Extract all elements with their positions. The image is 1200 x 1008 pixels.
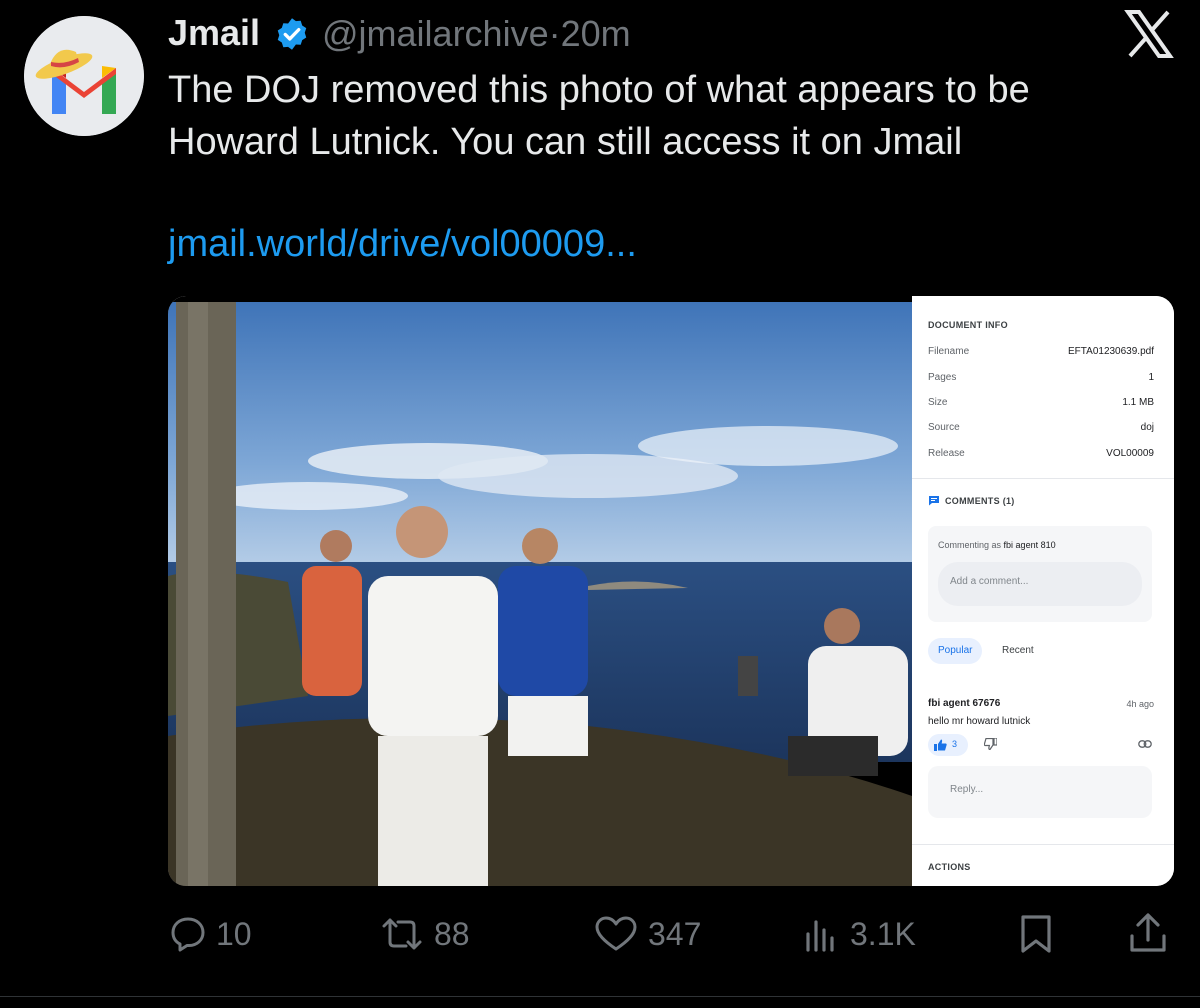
commenting-as-prefix: Commenting as: [938, 540, 1002, 550]
divider: [0, 996, 1200, 997]
divider: [912, 844, 1174, 845]
document-side-panel: DOCUMENT INFO Filename EFTA01230639.pdf …: [912, 296, 1174, 886]
reply-count: 10: [216, 915, 252, 952]
thumbs-up-icon: [934, 739, 947, 751]
tweet-link[interactable]: jmail.world/drive/vol00009...: [168, 223, 637, 266]
attached-photo[interactable]: [168, 296, 912, 886]
doc-info-label: Size: [928, 397, 948, 408]
author-handle[interactable]: @jmailarchive: [322, 13, 549, 54]
avatar[interactable]: [24, 16, 144, 136]
like-count: 347: [648, 915, 702, 952]
reply-icon: [171, 917, 205, 952]
comment-like-button[interactable]: 3: [928, 734, 968, 756]
comments-heading: COMMENTS (1): [945, 496, 1015, 506]
bookmark-icon[interactable]: [1018, 914, 1054, 954]
doc-info-label: Pages: [928, 372, 957, 383]
handle-and-time: @jmailarchive·20m: [322, 13, 631, 55]
actions-heading: ACTIONS: [928, 862, 971, 872]
doc-info-value: 1.1 MB: [1122, 397, 1154, 408]
repost-button[interactable]: 88: [380, 912, 470, 956]
analytics-icon: [806, 920, 834, 952]
doc-info-value: VOL00009: [1106, 448, 1154, 459]
comment-text: hello mr howard lutnick: [928, 716, 1031, 727]
separator-dot: ·: [548, 13, 561, 54]
comment-author[interactable]: fbi agent 67676: [928, 698, 1000, 709]
link-icon[interactable]: [1138, 740, 1152, 748]
tab-popular[interactable]: Popular: [928, 638, 983, 664]
post-time[interactable]: 20m: [561, 13, 631, 54]
like-button[interactable]: 347: [594, 912, 701, 956]
document-info-heading: DOCUMENT INFO: [928, 320, 1008, 330]
verified-badge-icon: [277, 18, 307, 50]
gmail-logo-icon: [24, 16, 144, 136]
add-comment-input[interactable]: Add a comment...: [938, 562, 1142, 606]
reply-input[interactable]: Reply...: [928, 766, 1152, 818]
repost-icon: [382, 918, 422, 950]
tab-recent[interactable]: Recent: [1002, 638, 1034, 664]
comment-icon: [929, 496, 939, 506]
doc-info-label: Filename: [928, 346, 970, 357]
thumbs-down-icon[interactable]: [984, 738, 997, 750]
doc-info-value: doj: [1140, 422, 1154, 433]
heart-icon: [595, 916, 637, 951]
comment-time: 4h ago: [1126, 699, 1154, 709]
doc-info-label: Source: [928, 422, 960, 433]
reply-button[interactable]: 10: [170, 912, 252, 956]
commenting-as-user: fbi agent 810: [1003, 540, 1056, 550]
commenting-as: Commenting as fbi agent 810: [938, 540, 1056, 550]
repost-count: 88: [434, 915, 470, 952]
comment-composer: Commenting as fbi agent 810 Add a commen…: [928, 526, 1152, 622]
media-card[interactable]: DOCUMENT INFO Filename EFTA01230639.pdf …: [168, 296, 1174, 886]
doc-info-label: Release: [928, 448, 965, 459]
divider: [912, 478, 1174, 479]
doc-info-value: 1: [1148, 372, 1154, 383]
share-icon[interactable]: [1128, 912, 1168, 954]
tweet-text: The DOJ removed this photo of what appea…: [168, 69, 1030, 163]
doc-info-value: EFTA01230639.pdf: [1068, 346, 1154, 357]
author-name[interactable]: Jmail: [168, 12, 260, 54]
views-count: 3.1K: [850, 915, 916, 952]
x-logo-icon[interactable]: [1124, 10, 1174, 58]
like-count: 3: [952, 739, 958, 749]
views-button[interactable]: 3.1K: [804, 912, 916, 956]
